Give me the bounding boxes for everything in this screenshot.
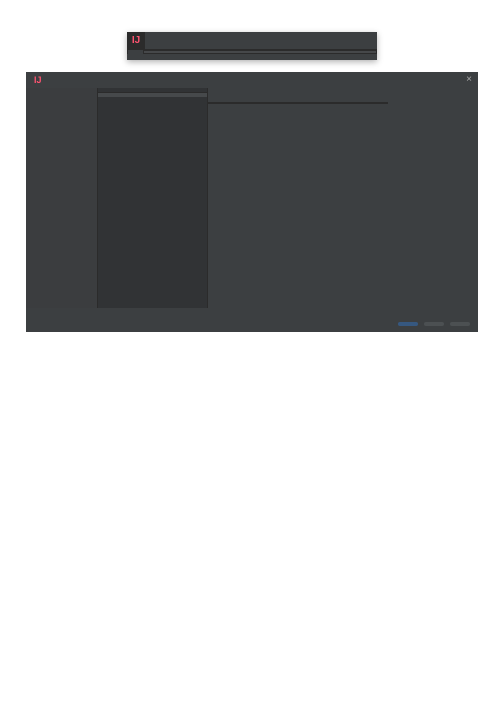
project-tool-window-tab: [127, 50, 143, 54]
ide-logo: IJ: [127, 32, 145, 50]
ide-logo: IJ: [34, 75, 42, 85]
screenshot-file-menu: IJ: [127, 32, 377, 60]
screenshot-project-structure: IJ ×: [26, 72, 478, 332]
add-popup-title: [98, 93, 207, 97]
watermark-1: [127, 54, 377, 60]
cancel-button[interactable]: [424, 322, 444, 326]
ok-button[interactable]: [398, 322, 418, 326]
apply-button[interactable]: [450, 322, 470, 326]
close-icon[interactable]: ×: [466, 74, 472, 85]
